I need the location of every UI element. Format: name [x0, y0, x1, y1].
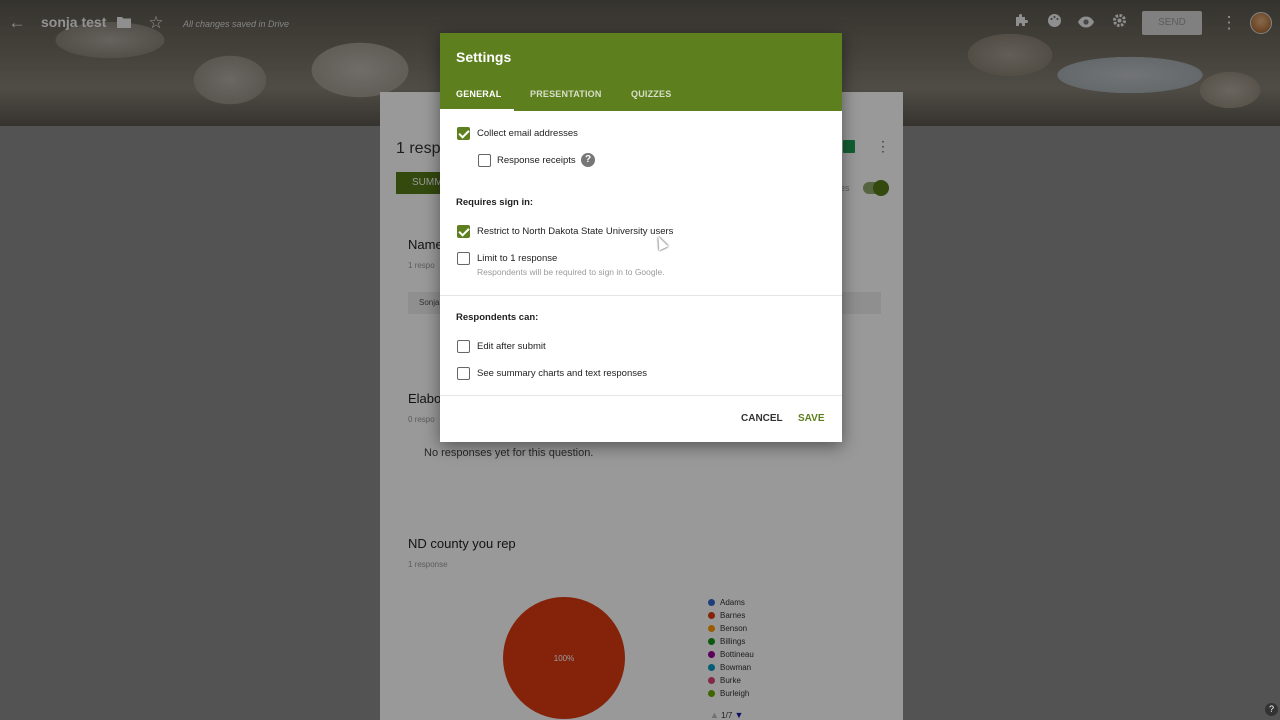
edit-after-submit-checkbox[interactable] — [457, 340, 470, 353]
divider — [440, 295, 842, 296]
response-receipts-checkbox[interactable] — [478, 154, 491, 167]
requires-sign-in-heading: Requires sign in: — [456, 197, 534, 208]
tab-quizzes[interactable]: QUIZZES — [631, 89, 671, 99]
see-summary-checkbox[interactable] — [457, 367, 470, 380]
response-receipts-label: Response receipts — [497, 155, 576, 166]
help-question-icon[interactable]: ? — [581, 153, 595, 167]
collect-email-checkbox[interactable] — [457, 127, 470, 140]
limit-one-response-hint: Respondents will be required to sign in … — [477, 267, 665, 277]
dialog-title: Settings — [456, 49, 512, 65]
save-button[interactable]: SAVE — [798, 413, 825, 424]
settings-dialog: Settings GENERAL PRESENTATION QUIZZES Co… — [440, 33, 842, 442]
cancel-button[interactable]: CANCEL — [741, 413, 783, 424]
restrict-domain-checkbox[interactable] — [457, 225, 470, 238]
help-icon[interactable]: ? — [1265, 703, 1278, 716]
restrict-domain-label: Restrict to North Dakota State Universit… — [477, 226, 674, 237]
tab-general[interactable]: GENERAL — [456, 89, 501, 99]
see-summary-label: See summary charts and text responses — [477, 368, 648, 379]
edit-after-submit-label: Edit after submit — [477, 341, 546, 352]
limit-one-response-label: Limit to 1 response — [477, 253, 558, 264]
collect-email-label: Collect email addresses — [477, 128, 578, 139]
limit-one-response-checkbox[interactable] — [457, 252, 470, 265]
respondents-can-heading: Respondents can: — [456, 312, 539, 323]
divider — [440, 395, 842, 396]
dialog-header: Settings GENERAL PRESENTATION QUIZZES — [440, 33, 842, 111]
tab-presentation[interactable]: PRESENTATION — [530, 89, 602, 99]
active-tab-indicator — [440, 109, 514, 111]
